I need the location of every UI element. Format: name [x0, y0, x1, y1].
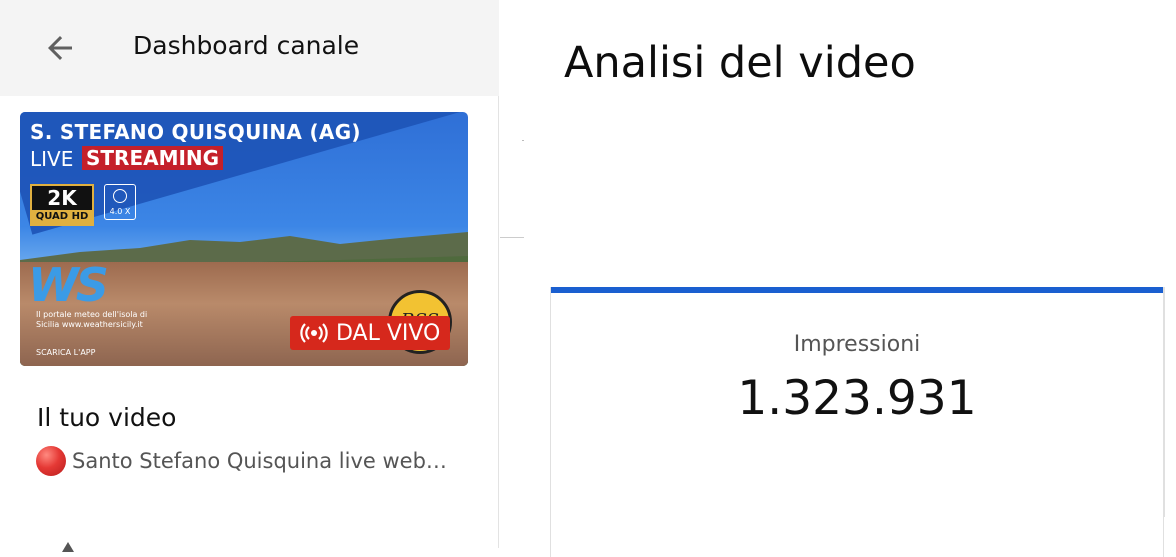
divider [522, 140, 524, 141]
red-circle-icon [36, 446, 66, 476]
page-title: Analisi del video [564, 38, 916, 88]
divider [500, 237, 524, 238]
logo-subtitle: Il portale meteo dell'isola di Sicilia w… [36, 310, 148, 329]
thumbnail-headline: S. STEFANO QUISQUINA (AG) [30, 120, 361, 144]
video-title-row[interactable]: Santo Stefano Quisquina live webcam [36, 446, 456, 476]
nav-icon-partial[interactable] [60, 538, 74, 552]
sidebar: Dashboard canale S. STEFANO QUISQUINA (A… [0, 0, 499, 552]
your-video-heading: Il tuo video [37, 403, 177, 432]
app-text: SCARICA L'APP [36, 348, 96, 357]
zoom-label: 4.0 X [109, 207, 131, 216]
zoom-badge: 4.0 X [104, 184, 136, 220]
video-thumbnail[interactable]: S. STEFANO QUISQUINA (AG) LIVE STREAMING… [20, 112, 468, 366]
impressions-card[interactable]: Impressioni 1.323.931 [550, 287, 1164, 557]
next-metric-card[interactable] [1164, 287, 1176, 517]
live-badge: DAL VIVO [290, 316, 451, 350]
sidebar-header: Dashboard canale [0, 0, 499, 96]
quality-badge: 2K QUAD HD [30, 184, 94, 226]
arrow-left-icon [48, 36, 72, 60]
card-accent-bar [551, 287, 1163, 293]
back-button[interactable] [40, 28, 80, 68]
thumbnail-live-word: LIVE [30, 147, 74, 171]
video-title: Santo Stefano Quisquina live webcam [72, 449, 452, 473]
broadcast-icon [300, 323, 328, 343]
live-badge-label: DAL VIVO [336, 320, 441, 346]
quality-big: 2K [47, 186, 77, 210]
thumbnail-streaming-word: STREAMING [82, 146, 224, 170]
zoom-icon [113, 189, 127, 203]
main-content: Analisi del video Impressioni 1.323.931 [500, 0, 1176, 557]
weathersicily-logo: WS [28, 258, 109, 312]
metric-value: 1.323.931 [737, 371, 977, 426]
quality-small: QUAD HD [32, 210, 92, 224]
metric-label: Impressioni [793, 332, 921, 357]
sidebar-title: Dashboard canale [133, 31, 360, 60]
